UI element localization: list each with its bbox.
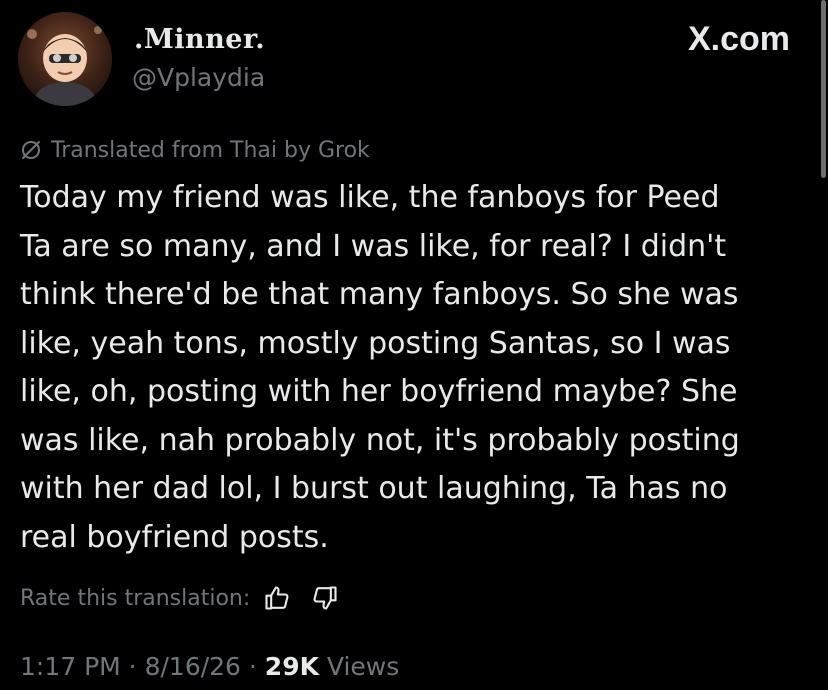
- rate-translation-label: Rate this translation:: [20, 585, 251, 611]
- meta-separator: ·: [240, 652, 265, 681]
- scrollbar[interactable]: [821, 0, 826, 178]
- x-com-logo[interactable]: X.com: [688, 20, 790, 59]
- thumbs-down-button[interactable]: [308, 581, 342, 615]
- thumbs-up-icon: [265, 586, 289, 610]
- thumbs-up-button[interactable]: [260, 581, 294, 615]
- thumbs-down-icon: [313, 586, 337, 610]
- translation-notice-text: Translated from Thai by Grok: [51, 137, 370, 163]
- views-count: 29K: [264, 652, 319, 681]
- tweet-text-line: was like, nah probably not, it's probabl…: [20, 422, 740, 458]
- tweet-text-line: like, oh, posting with her boyfriend may…: [20, 374, 738, 409]
- tweet-text-line: Ta are so many, and I was like, for real…: [20, 228, 727, 264]
- tweet-text-line: Today my friend was like, the fanboys fo…: [20, 180, 720, 215]
- display-name[interactable]: .Minner.: [134, 24, 265, 55]
- cartoon-character-avatar-icon: [18, 12, 112, 106]
- post-date[interactable]: 8/16/26: [145, 652, 241, 681]
- tweet-text-line: real boyfriend posts.: [20, 519, 329, 555]
- avatar[interactable]: [18, 12, 112, 106]
- tweet-text-line: with her dad lol, I burst out laughing, …: [20, 471, 728, 506]
- user-handle[interactable]: @Vplaydia: [132, 63, 265, 92]
- meta-separator: ·: [120, 652, 145, 681]
- tweet-text-line: think there'd be that many fanboys. So s…: [20, 277, 739, 312]
- post-time[interactable]: 1:17 PM: [20, 652, 121, 681]
- tweet-text-line: like, yeah tons, mostly posting Santas, …: [20, 325, 731, 361]
- tweet-metadata: 1:17 PM · 8/16/26 · 29K Views: [20, 652, 399, 681]
- translation-notice: Translated from Thai by Grok: [20, 133, 370, 167]
- tweet-text: Today my friend was like, the fanboys fo…: [20, 174, 800, 562]
- views-label: Views: [326, 652, 400, 681]
- rate-translation-row: Rate this translation:: [20, 580, 342, 616]
- translate-icon: [22, 141, 40, 159]
